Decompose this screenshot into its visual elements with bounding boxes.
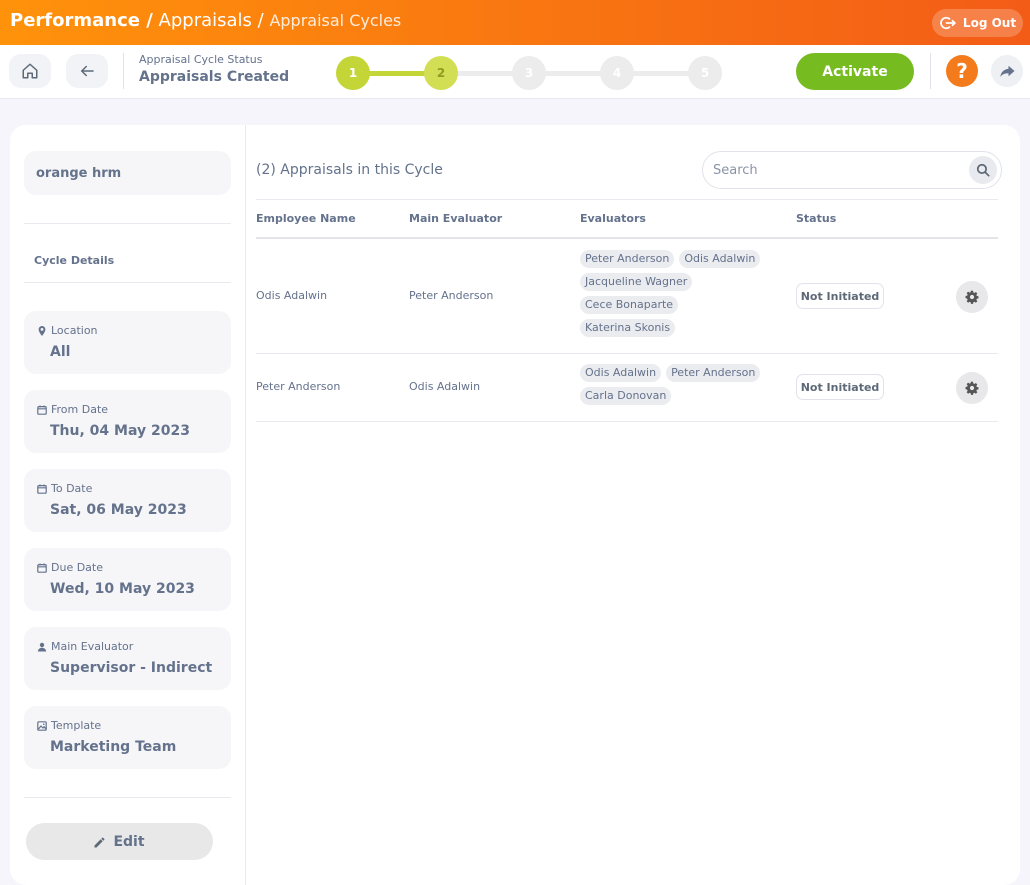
- home-icon: [22, 63, 38, 79]
- evaluator-chip: Peter Anderson: [666, 364, 761, 382]
- detail-value: All: [50, 344, 71, 360]
- evaluator-chip: Odis Adalwin: [580, 364, 662, 382]
- divider: [24, 797, 231, 798]
- cycle-status-caption: Appraisal Cycle Status: [139, 53, 263, 66]
- help-button[interactable]: ?: [946, 55, 978, 87]
- column-header-evaluators: Evaluators: [580, 212, 646, 225]
- pencil-icon: [94, 837, 105, 847]
- cycle-status-value: Appraisals Created: [139, 69, 290, 85]
- detail-value: Marketing Team: [50, 739, 177, 755]
- location-pin-icon: [38, 325, 46, 336]
- table-row: Peter Anderson Odis Adalwin Odis Adalwin…: [256, 354, 998, 422]
- search-input[interactable]: [711, 160, 951, 180]
- step-3: 3: [512, 56, 546, 90]
- divider: [930, 53, 931, 89]
- person-icon: [37, 642, 47, 651]
- logout-icon: [940, 16, 956, 30]
- edit-label: Edit: [113, 833, 145, 850]
- evaluator-chips: Odis Adalwin Peter Anderson Carla Donova…: [580, 364, 770, 405]
- appraisal-cycle-card: orange hrm Cycle Details Location All Fr…: [10, 125, 1020, 885]
- calendar-icon: [37, 405, 47, 415]
- detail-label: Main Evaluator: [51, 640, 134, 653]
- column-header-main-evaluator: Main Evaluator: [409, 212, 503, 225]
- status-badge: Not Initiated: [796, 283, 884, 309]
- employee-name: Peter Anderson: [256, 380, 341, 393]
- evaluator-chip: Carla Donovan: [580, 387, 672, 405]
- search-icon: [976, 163, 990, 177]
- stepper-track-pending: [441, 71, 706, 76]
- search-box: [702, 151, 1002, 189]
- breadcrumb-appraisals[interactable]: Appraisals /: [159, 10, 264, 31]
- detail-label: To Date: [51, 482, 93, 495]
- activate-button[interactable]: Activate: [796, 53, 914, 90]
- logout-label: Log Out: [962, 16, 1017, 30]
- detail-value: Sat, 06 May 2023: [50, 502, 187, 518]
- evaluator-chip: Katerina Skonis: [580, 319, 676, 337]
- calendar-icon: [37, 563, 47, 573]
- share-button[interactable]: [991, 55, 1023, 87]
- detail-value: Wed, 10 May 2023: [50, 581, 195, 597]
- evaluator-chip: Peter Anderson: [580, 250, 675, 268]
- row-settings-button[interactable]: [956, 281, 988, 313]
- breadcrumb: Performance / Appraisals / Appraisal Cyc…: [10, 10, 401, 31]
- gear-icon: [965, 290, 979, 304]
- evaluator-chip: Jacqueline Wagner: [580, 273, 693, 291]
- step-2: 2: [424, 56, 458, 90]
- column-header-status: Status: [796, 212, 837, 225]
- home-button[interactable]: [9, 54, 51, 88]
- main-evaluator: Peter Anderson: [409, 289, 494, 302]
- divider: [123, 53, 124, 89]
- logout-button[interactable]: Log Out: [932, 9, 1023, 37]
- cycle-details-title: Cycle Details: [34, 254, 115, 267]
- detail-label: Template: [51, 719, 102, 732]
- detail-label: Location: [51, 324, 98, 337]
- breadcrumb-performance[interactable]: Performance /: [10, 10, 153, 31]
- gear-icon: [965, 381, 979, 395]
- divider: [24, 223, 231, 224]
- breadcrumb-appraisal-cycles: Appraisal Cycles: [269, 11, 402, 30]
- appraisal-count: (2) Appraisals in this Cycle: [256, 162, 443, 178]
- detail-label: Due Date: [51, 561, 103, 574]
- organization-name: orange hrm: [24, 151, 231, 195]
- status-badge: Not Initiated: [796, 374, 884, 400]
- detail-from-date: From Date Thu, 04 May 2023: [24, 390, 231, 453]
- main-evaluator: Odis Adalwin: [409, 380, 481, 393]
- column-header-employee-name: Employee Name: [256, 212, 356, 225]
- evaluator-chip: Odis Adalwin: [679, 250, 761, 268]
- detail-due-date: Due Date Wed, 10 May 2023: [24, 548, 231, 611]
- detail-value: Thu, 04 May 2023: [50, 423, 190, 439]
- detail-value: Supervisor - Indirect: [50, 660, 213, 676]
- divider: [24, 282, 231, 283]
- search-button[interactable]: [969, 156, 997, 184]
- calendar-icon: [37, 484, 47, 494]
- detail-to-date: To Date Sat, 06 May 2023: [24, 469, 231, 532]
- employee-name: Odis Adalwin: [256, 289, 328, 302]
- table-row: Odis Adalwin Peter Anderson Peter Anders…: [256, 240, 998, 354]
- edit-button[interactable]: Edit: [26, 823, 213, 860]
- detail-main-evaluator: Main Evaluator Supervisor - Indirect: [24, 627, 231, 690]
- evaluator-chips: Peter Anderson Odis Adalwin Jacqueline W…: [580, 250, 770, 337]
- step-5: 5: [688, 56, 722, 90]
- detail-location: Location All: [24, 311, 231, 374]
- image-icon: [37, 720, 47, 731]
- detail-label: From Date: [51, 403, 109, 416]
- back-button[interactable]: [66, 54, 108, 88]
- step-4: 4: [600, 56, 634, 90]
- cycle-toolbar: Appraisal Cycle Status Appraisals Create…: [0, 45, 1030, 99]
- detail-template: Template Marketing Team: [24, 706, 231, 769]
- row-settings-button[interactable]: [956, 372, 988, 404]
- status-stepper: 1 2 3 4 5: [336, 56, 726, 90]
- top-bar: Performance / Appraisals / Appraisal Cyc…: [0, 0, 1030, 45]
- table-header: Employee Name Main Evaluator Evaluators …: [256, 199, 998, 239]
- arrow-left-icon: [81, 65, 94, 77]
- step-1: 1: [336, 56, 370, 90]
- share-icon: [1000, 65, 1015, 77]
- cycle-details-panel: orange hrm Cycle Details Location All Fr…: [10, 125, 246, 885]
- evaluator-chip: Cece Bonaparte: [580, 296, 679, 314]
